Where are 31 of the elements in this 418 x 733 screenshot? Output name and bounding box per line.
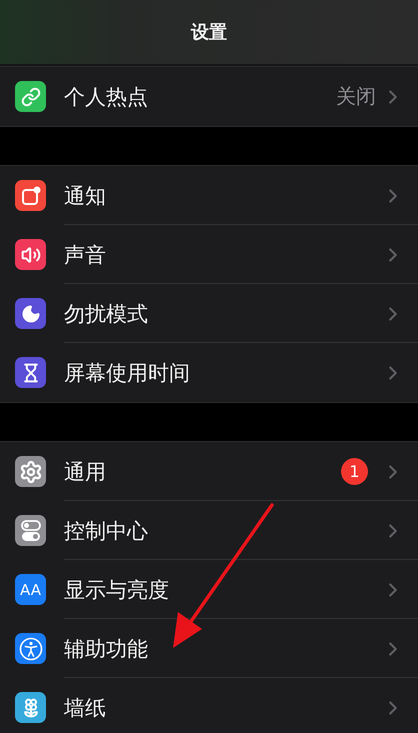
settings-row[interactable]: 个人热点 关闭 [0, 67, 418, 126]
settings-row[interactable]: 墙纸 [0, 678, 418, 733]
accessibility-icon [18, 636, 42, 660]
link-icon [20, 86, 40, 106]
row-label: 通知 [64, 182, 107, 210]
row-label: 个人热点 [64, 84, 149, 110]
page-title: 设置 [191, 21, 227, 44]
settings-row[interactable]: 辅助功能 [0, 619, 418, 678]
display-icon: AA [20, 580, 41, 598]
row-label: 声音 [64, 242, 107, 268]
notification-badge: 1 [341, 458, 368, 485]
row-label: 通用 [64, 458, 107, 486]
notification-icon [20, 186, 40, 206]
speaker-icon [20, 244, 40, 264]
toggles-icon [20, 520, 40, 542]
row-value: 关闭 [336, 83, 376, 110]
settings-row[interactable]: 通知 [0, 166, 418, 225]
gear-icon [18, 460, 42, 484]
settings-row[interactable]: 屏幕使用时间 [0, 343, 418, 402]
row-label: 屏幕使用时间 [64, 360, 191, 386]
settings-row[interactable]: 声音 [0, 225, 418, 284]
settings-row[interactable]: 勿扰模式 [0, 284, 418, 343]
row-label: 辅助功能 [64, 636, 149, 662]
settings-row[interactable]: AA 显示与亮度 [0, 560, 418, 619]
row-label: 显示与亮度 [64, 576, 170, 604]
row-label: 墙纸 [64, 694, 107, 722]
row-label: 控制中心 [64, 518, 149, 544]
moon-icon [20, 304, 40, 324]
row-label: 勿扰模式 [64, 300, 149, 328]
settings-row[interactable]: 通用 1 [0, 442, 418, 501]
settings-row[interactable]: 控制中心 [0, 501, 418, 560]
